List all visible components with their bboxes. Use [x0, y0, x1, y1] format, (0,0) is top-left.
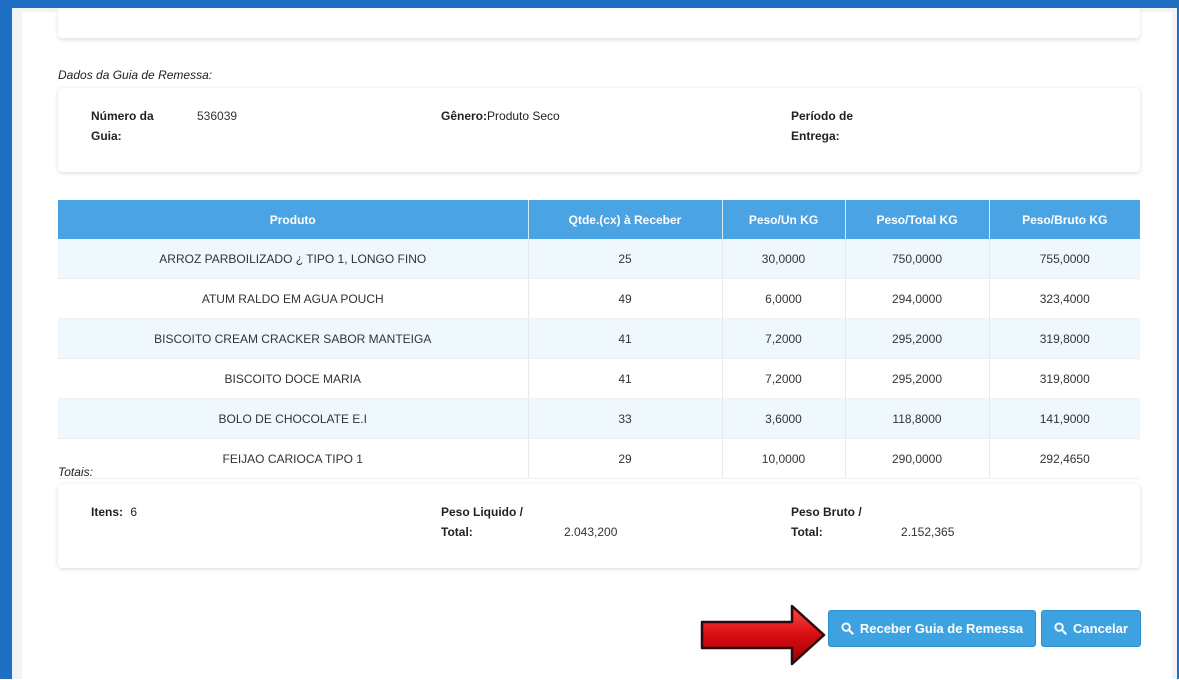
cell-produto: BISCOITO CREAM CRACKER SABOR MANTEIGA: [58, 318, 529, 359]
cell-peso-bruto: 323,4000: [989, 278, 1140, 319]
cell-peso-bruto: 755,0000: [989, 239, 1140, 279]
cell-produto: ARROZ PARBOILIZADO ¿ TIPO 1, LONGO FINO: [58, 239, 529, 279]
genero-value: Produto Seco: [487, 109, 560, 123]
header-produto[interactable]: Produto: [58, 200, 529, 239]
itens-value: 6: [130, 505, 138, 519]
cell-peso-bruto: 319,8000: [989, 318, 1140, 359]
numero-guia-value: 536039: [197, 109, 238, 123]
peso-bruto-label: Peso Bruto / Total:: [791, 505, 862, 539]
content-panel: Dados da Guia de Remessa: Número da Guia…: [22, 8, 1172, 680]
guia-info-card: Número da Guia: 536039 Gênero:Produto Se…: [58, 88, 1140, 172]
window-frame-top: [0, 0, 1179, 8]
table-row: FEIJAO CARIOCA TIPO 1 29 10,0000 290,000…: [58, 438, 1140, 479]
cell-peso-bruto: 319,8000: [989, 358, 1140, 399]
itens-label: Itens:: [91, 505, 124, 519]
totais-card: Itens: 6 Peso Liquido / Total: 2.043,200…: [58, 484, 1140, 568]
cell-produto: FEIJAO CARIOCA TIPO 1: [58, 438, 529, 479]
header-peso-bruto[interactable]: Peso/Bruto KG: [989, 200, 1140, 239]
table-row: BISCOITO DOCE MARIA 41 7,2000 295,2000 3…: [58, 358, 1140, 399]
cell-quantidade: 29: [528, 438, 723, 479]
cell-peso-bruto: 141,9000: [989, 398, 1140, 439]
cell-quantidade: 33: [528, 398, 723, 439]
header-quantidade[interactable]: Qtde.(cx) à Receber: [528, 200, 723, 239]
genero-field: Gênero:Produto Seco: [441, 106, 560, 126]
cancelar-label: Cancelar: [1073, 621, 1128, 636]
cell-quantidade: 41: [528, 358, 723, 399]
cell-peso-total: 290,0000: [845, 438, 990, 479]
header-peso-un[interactable]: Peso/Un KG: [722, 200, 846, 239]
search-icon: [1054, 622, 1067, 635]
page-background: Dados da Guia de Remessa: Número da Guia…: [12, 8, 1177, 680]
red-arrow-icon: [700, 604, 826, 666]
cell-peso-total: 750,0000: [845, 239, 990, 279]
table-row: ARROZ PARBOILIZADO ¿ TIPO 1, LONGO FINO …: [58, 239, 1140, 279]
totais-section-title: Totais:: [58, 465, 93, 479]
cell-peso-total: 295,2000: [845, 318, 990, 359]
cell-produto: BISCOITO DOCE MARIA: [58, 358, 529, 399]
cell-produto: ATUM RALDO EM AGUA POUCH: [58, 278, 529, 319]
cell-peso-un: 6,0000: [722, 278, 846, 319]
receber-guia-label: Receber Guia de Remessa: [859, 621, 1024, 636]
table-header-row: Produto Qtde.(cx) à Receber Peso/Un KG P…: [58, 200, 1140, 239]
peso-liquido-value: 2.043,200: [564, 525, 618, 539]
cell-peso-total: 295,2000: [845, 358, 990, 399]
header-peso-total[interactable]: Peso/Total KG: [845, 200, 990, 239]
numero-guia-label: Número da Guia:: [91, 109, 154, 143]
cell-peso-un: 30,0000: [722, 239, 846, 279]
cell-quantidade: 41: [528, 318, 723, 359]
cell-peso-un: 10,0000: [722, 438, 846, 479]
cell-peso-un: 7,2000: [722, 358, 846, 399]
cancelar-button[interactable]: Cancelar: [1041, 610, 1141, 647]
table-row: BISCOITO CREAM CRACKER SABOR MANTEIGA 41…: [58, 318, 1140, 359]
table-row: ATUM RALDO EM AGUA POUCH 49 6,0000 294,0…: [58, 278, 1140, 319]
previous-card: [58, 8, 1140, 38]
periodo-entrega-label: Período de Entrega:: [791, 109, 854, 143]
receber-guia-button[interactable]: Receber Guia de Remessa: [828, 610, 1036, 647]
peso-liquido-label: Peso Liquido / Total:: [441, 505, 524, 539]
cell-peso-total: 118,8000: [845, 398, 990, 439]
search-icon: [841, 622, 854, 635]
products-table: Produto Qtde.(cx) à Receber Peso/Un KG P…: [58, 200, 1140, 479]
cell-peso-un: 7,2000: [722, 318, 846, 359]
cell-peso-un: 3,6000: [722, 398, 846, 439]
cell-peso-total: 294,0000: [845, 278, 990, 319]
cell-quantidade: 25: [528, 239, 723, 279]
cell-quantidade: 49: [528, 278, 723, 319]
peso-bruto-value: 2.152,365: [901, 525, 955, 539]
guia-section-title: Dados da Guia de Remessa:: [58, 68, 213, 82]
itens-field: Itens: 6: [91, 502, 137, 522]
table-row: BOLO DE CHOCOLATE E.I 33 3,6000 118,8000…: [58, 398, 1140, 439]
window-frame-left: [0, 0, 12, 679]
cell-produto: BOLO DE CHOCOLATE E.I: [58, 398, 529, 439]
cell-peso-bruto: 292,4650: [989, 438, 1140, 479]
genero-label: Gênero:: [441, 109, 488, 123]
